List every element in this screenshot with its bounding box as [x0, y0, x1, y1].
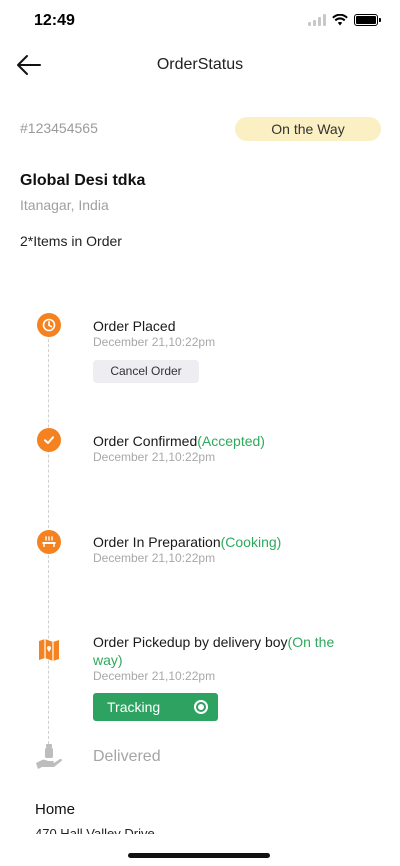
step-date: December 21,10:22pm [93, 450, 216, 464]
battery-icon [354, 14, 381, 26]
address-title: Home [35, 801, 76, 818]
status-badge: On the Way [235, 117, 381, 141]
step-title-text: Order Confirmed [93, 433, 198, 449]
step-status-highlight: (Cooking) [220, 534, 282, 550]
cellular-signal-icon [308, 14, 326, 26]
clock-icon [37, 313, 61, 337]
home-indicator[interactable] [128, 853, 270, 858]
step-status-highlight: (Accepted) [197, 433, 265, 449]
page-title: OrderStatus [156, 56, 244, 73]
step-title-text: Order In Preparation [93, 534, 221, 550]
step-title-order-pickedup: Order Pickedup by delivery boy(On the wa… [93, 633, 343, 669]
map-icon [37, 637, 61, 663]
step-title-order-confirmed: Order Confirmed(Accepted) [93, 432, 265, 450]
step-title-order-preparation: Order In Preparation(Cooking) [93, 533, 281, 551]
food-tray-icon [37, 530, 61, 554]
status-time: 12:49 [34, 12, 75, 29]
status-bar: 12:49 [0, 0, 400, 44]
app-header: OrderStatus [0, 44, 400, 88]
items-count: 2*Items in Order [20, 233, 122, 249]
wifi-icon [332, 14, 348, 26]
status-icons [308, 14, 381, 26]
step-title-text: Order Pickedup by delivery boy [93, 634, 288, 650]
step-title-order-placed: Order Placed [93, 317, 175, 335]
step-date: December 21,10:22pm [93, 551, 216, 565]
cancel-order-button[interactable]: Cancel Order [93, 360, 199, 383]
restaurant-name: Global Desi tdka [20, 172, 146, 189]
address-line: 470 Hall Valley Drive [35, 826, 155, 834]
check-icon [37, 428, 61, 452]
delivered-label: Delivered [93, 748, 161, 765]
restaurant-location: Itanagar, India [20, 197, 109, 213]
tracking-label: Tracking [107, 699, 161, 715]
step-date: December 21,10:22pm [93, 335, 216, 349]
step-date: December 21,10:22pm [93, 669, 216, 683]
delivery-hand-icon [34, 741, 64, 771]
radio-indicator-icon [194, 700, 208, 714]
tracking-button[interactable]: Tracking [93, 693, 218, 721]
step-title-text: Order Placed [93, 318, 176, 334]
order-id: #123454565 [20, 120, 98, 136]
